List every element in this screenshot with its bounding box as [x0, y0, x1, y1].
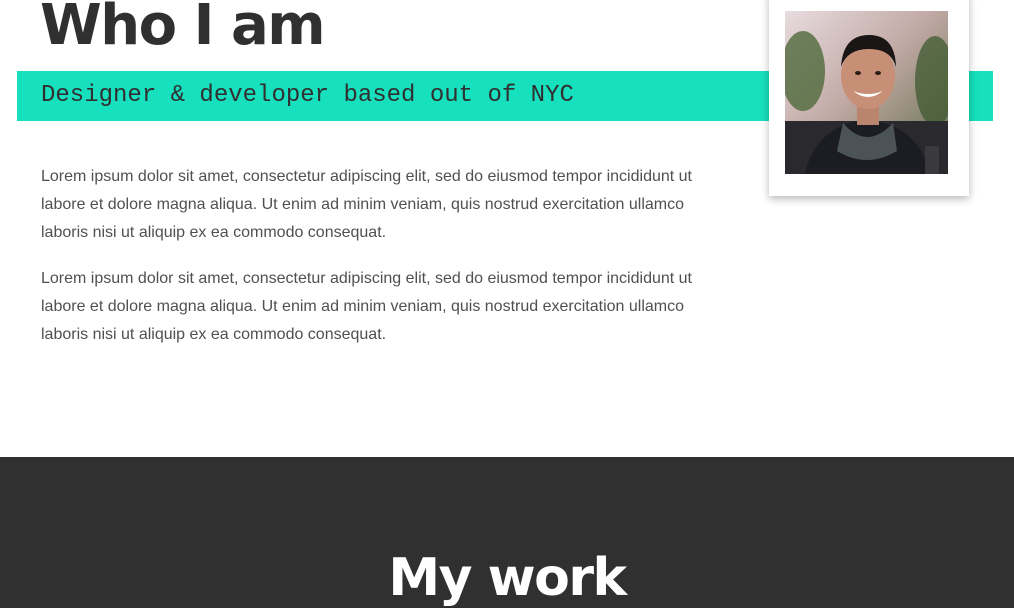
profile-photo: [785, 11, 948, 174]
about-section: Who I am Designer & developer based out …: [0, 0, 1014, 457]
about-title: Who I am: [40, 0, 326, 58]
about-paragraph-1: Lorem ipsum dolor sit amet, consectetur …: [41, 168, 692, 241]
about-subtitle: Designer & developer based out of NYC: [41, 82, 574, 109]
profile-photo-icon: [785, 11, 948, 174]
page: Who I am Designer & developer based out …: [0, 0, 1014, 608]
about-paragraph-2: Lorem ipsum dolor sit amet, consectetur …: [41, 270, 692, 343]
work-title: My work: [388, 548, 627, 608]
work-section: My work: [0, 457, 1014, 608]
profile-photo-frame: [769, 0, 969, 196]
